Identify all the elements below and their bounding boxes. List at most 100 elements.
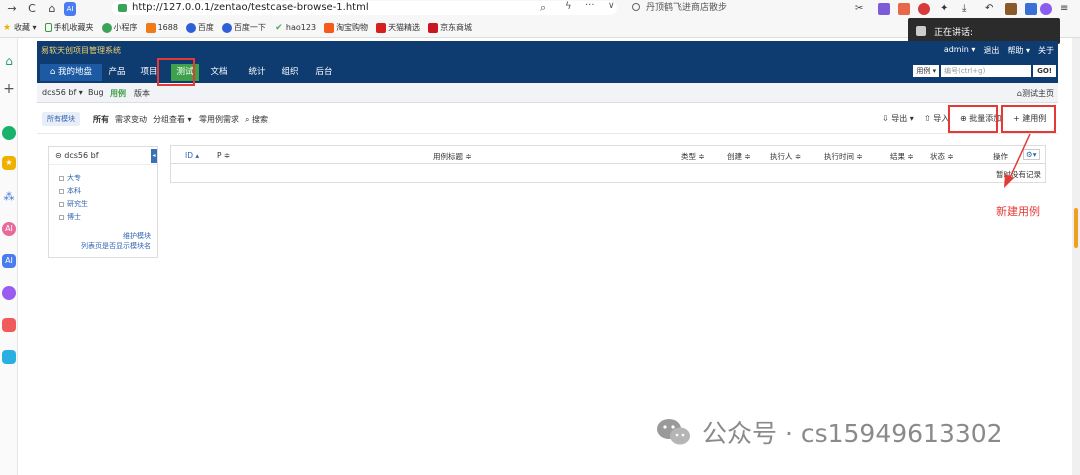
col-exec-time[interactable]: 执行时间 ≑	[824, 151, 863, 162]
logout-link[interactable]: 退出	[983, 45, 999, 56]
add-icon[interactable]: +	[2, 82, 16, 96]
col-creator[interactable]: 创建 ≑	[727, 151, 751, 162]
app-icon[interactable]	[2, 126, 16, 140]
undo-icon[interactable]: ↶	[985, 3, 997, 15]
wechat-icon	[656, 417, 692, 447]
hao123-icon: ✔	[275, 22, 283, 33]
more-icon[interactable]: ···	[585, 0, 595, 11]
col-title[interactable]: 用例标题 ≑	[433, 151, 472, 162]
home-icon[interactable]: ⌂	[44, 2, 60, 16]
bookmark-item[interactable]: 京东商城	[428, 22, 472, 33]
game-icon[interactable]	[2, 318, 16, 332]
bag-icon[interactable]	[1005, 3, 1017, 15]
bookmark-item[interactable]: ★ 收藏 ▾	[2, 22, 37, 33]
collapse-icon[interactable]: ◂	[151, 149, 157, 163]
network-icon[interactable]: ⁂	[2, 190, 16, 204]
col-priority[interactable]: P ≑	[217, 151, 230, 160]
search-type-select[interactable]: 用例 ▾	[913, 65, 940, 77]
module-breadcrumb[interactable]: 所有模块	[42, 112, 80, 126]
subnav-case[interactable]: 用例	[110, 88, 126, 99]
scroll-thumb[interactable]	[1074, 208, 1078, 248]
bookmark-item[interactable]: 百度一下	[221, 22, 266, 33]
tab-admin[interactable]: 后台	[309, 64, 339, 81]
filter-changed[interactable]: 需求变动	[115, 114, 147, 125]
tab-org[interactable]: 组织	[275, 64, 305, 81]
highlight-box	[1001, 105, 1056, 133]
bookmark-item[interactable]: ✔ hao123	[274, 23, 316, 33]
subnav-build[interactable]: 版本	[134, 88, 150, 99]
bookmark-item[interactable]: 手机收藏夹	[44, 22, 94, 33]
browser-sidebar: ⌂ + ★ ⁂ AI AI	[0, 38, 18, 475]
extension-icon[interactable]	[918, 3, 930, 15]
filter-group[interactable]: 分组查看 ▾	[153, 114, 192, 125]
help-menu[interactable]: 帮助 ▾	[1007, 45, 1030, 56]
bookmark-item[interactable]: 1688	[145, 22, 178, 33]
col-type[interactable]: 类型 ≑	[681, 151, 705, 162]
download-icon[interactable]: ⤓	[962, 3, 974, 15]
scrollbar[interactable]	[1072, 38, 1080, 475]
bolt-icon[interactable]: ϟ	[565, 1, 572, 12]
feature-bar: 所有模块 所有 需求变动 分组查看 ▾ 零用例需求 ⌕ 搜索 ⇩ 导出 ▾ ⇧ …	[37, 104, 1058, 134]
show-module-link[interactable]: 列表页是否显示模块名	[81, 241, 151, 251]
tree-node[interactable]: 大专	[59, 173, 81, 183]
menu-icon[interactable]: ≡	[1060, 3, 1072, 15]
url-text: http://127.0.0.1/zentao/testcase-browse-…	[132, 2, 369, 13]
bookmark-item[interactable]: 淘宝购物	[324, 22, 368, 33]
col-id[interactable]: ID ▴	[185, 151, 199, 160]
watermark: 公众号 · cs15949613302	[656, 414, 1003, 450]
bookmark-item[interactable]: 天猫精选	[376, 22, 420, 33]
sub-nav: dcs56 bf ▾ Bug 用例 版本 ⌂测试主页	[37, 83, 1058, 103]
extension-icon[interactable]	[878, 3, 890, 15]
manage-modules-link[interactable]: 维护模块	[123, 231, 151, 241]
about-link[interactable]: 关于	[1038, 45, 1054, 56]
tool-icon[interactable]	[2, 350, 16, 364]
filter-all[interactable]: 所有	[93, 114, 109, 125]
search-page-icon[interactable]: ⌕	[540, 1, 546, 15]
extension-icon[interactable]	[1025, 3, 1037, 15]
forward-icon[interactable]: →	[4, 2, 20, 16]
col-status[interactable]: 状态 ≑	[930, 151, 954, 162]
tree-node[interactable]: 本科	[59, 186, 81, 196]
go-button[interactable]: GO!	[1033, 65, 1056, 77]
export-button[interactable]: ⇩ 导出 ▾	[882, 113, 914, 124]
tab-doc[interactable]: 文档	[204, 64, 234, 81]
user-menu[interactable]: admin ▾	[944, 45, 976, 56]
chat-icon[interactable]	[2, 286, 16, 300]
baidu-icon	[185, 22, 196, 33]
ai-icon[interactable]: AI	[64, 2, 76, 16]
scissors-icon[interactable]: ✂	[855, 3, 867, 15]
chevron-down-icon[interactable]: ∨	[608, 1, 615, 11]
module-tree: ⊝ dcs56 bf ◂ 大专 本科 研究生 博士 维护模块 列表页是否显示模块…	[48, 146, 158, 258]
filter-zero-case[interactable]: 零用例需求	[199, 114, 239, 125]
ai-icon[interactable]: AI	[2, 254, 16, 268]
tab-product[interactable]: 产品	[102, 64, 132, 81]
import-button[interactable]: ⇧ 导入	[924, 113, 949, 124]
talk-label: 正在讲话:	[934, 27, 974, 38]
subnav-bug[interactable]: Bug	[88, 88, 104, 97]
1688-icon	[145, 22, 156, 33]
tab-stats[interactable]: 统计	[242, 64, 272, 81]
tab-my[interactable]: ⌂ 我的地盘	[40, 64, 102, 81]
tree-node[interactable]: 研究生	[59, 199, 88, 209]
extension-icon[interactable]	[898, 3, 910, 15]
bookmark-item[interactable]: 小程序	[101, 22, 138, 33]
puzzle-icon[interactable]: ✦	[940, 3, 952, 15]
col-executor[interactable]: 执行人 ≑	[770, 151, 801, 162]
taobao-icon	[324, 22, 335, 33]
home-icon[interactable]: ⌂	[2, 54, 16, 68]
browser-search[interactable]: 丹顶鹤飞进商店散步	[632, 1, 832, 15]
product-switcher[interactable]: dcs56 bf ▾	[42, 88, 83, 97]
star-icon[interactable]: ★	[2, 156, 16, 170]
col-result[interactable]: 结果 ≑	[890, 151, 914, 162]
profile-icon[interactable]	[1040, 3, 1052, 15]
search-toggle[interactable]: ⌕ 搜索	[245, 114, 268, 125]
case-table: ID ▴ P ≑ 用例标题 ≑ 类型 ≑ 创建 ≑ 执行人 ≑ 执行时间 ≑ 结…	[170, 145, 1046, 183]
ai-icon[interactable]: AI	[2, 222, 16, 236]
refresh-icon[interactable]: C	[24, 2, 40, 16]
user-nav: admin ▾ 退出 帮助 ▾ 关于	[944, 45, 1054, 56]
node-icon	[59, 214, 64, 220]
test-home-link[interactable]: ⌂测试主页	[1017, 88, 1054, 99]
search-id-input[interactable]: 编号(ctrl+g)	[941, 65, 1032, 77]
bookmark-item[interactable]: 百度	[185, 22, 214, 33]
tree-node[interactable]: 博士	[59, 212, 81, 222]
